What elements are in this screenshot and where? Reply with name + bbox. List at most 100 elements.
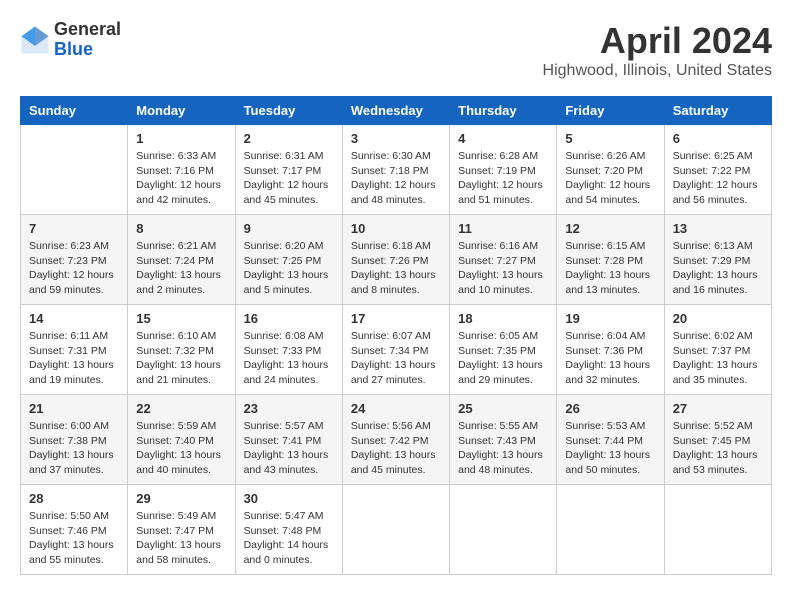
day-info: Sunrise: 6:15 AM Sunset: 7:28 PM Dayligh… [565,239,655,298]
day-info: Sunrise: 6:02 AM Sunset: 7:37 PM Dayligh… [673,329,763,388]
calendar-cell: 5 Sunrise: 6:26 AM Sunset: 7:20 PM Daylig… [557,125,664,215]
logo-general-text: General [54,20,121,40]
day-number: 27 [673,401,763,416]
calendar-cell: 29 Sunrise: 5:49 AM Sunset: 7:47 PM Dayli… [128,485,235,575]
day-info: Sunrise: 6:21 AM Sunset: 7:24 PM Dayligh… [136,239,226,298]
day-number: 25 [458,401,548,416]
calendar-cell: 16Sunrise: 6:08 AM Sunset: 7:33 PM Dayli… [235,305,342,395]
day-info: Sunrise: 6:31 AM Sunset: 7:17 PM Dayligh… [244,149,334,208]
calendar-cell: 28Sunrise: 5:50 AM Sunset: 7:46 PM Dayli… [21,485,128,575]
logo: General Blue [20,20,121,60]
day-info: Sunrise: 6:00 AM Sunset: 7:38 PM Dayligh… [29,419,119,478]
column-header-sunday: Sunday [21,97,128,125]
calendar-cell: 10Sunrise: 6:18 AM Sunset: 7:26 PM Dayli… [342,215,449,305]
calendar-header-row: SundayMondayTuesdayWednesdayThursdayFrid… [21,97,772,125]
day-number: 23 [244,401,334,416]
calendar-cell: 14 Sunrise: 6:11 AM Sunset: 7:31 PM Dayli… [21,305,128,395]
location-title: Highwood, Illinois, United States [543,62,772,80]
day-info: Sunrise: 6:28 AM Sunset: 7:19 PM Dayligh… [458,149,548,208]
day-number: 1 [136,131,226,146]
column-header-monday: Monday [128,97,235,125]
day-info: Sunrise: 6:05 AM Sunset: 7:35 PM Dayligh… [458,329,548,388]
day-number: 26 [565,401,655,416]
calendar-cell: 8 Sunrise: 6:21 AM Sunset: 7:24 PM Daylig… [128,215,235,305]
calendar-cell: 30 Sunrise: 5:47 AM Sunset: 7:48 PM Dayli… [235,485,342,575]
calendar-week-row: 14 Sunrise: 6:11 AM Sunset: 7:31 PM Dayli… [21,305,772,395]
column-header-saturday: Saturday [664,97,771,125]
day-number: 2 [244,131,334,146]
calendar-cell: 3Sunrise: 6:30 AM Sunset: 7:18 PM Daylig… [342,125,449,215]
day-info: Sunrise: 5:59 AM Sunset: 7:40 PM Dayligh… [136,419,226,478]
logo-icon [20,25,50,55]
day-number: 12 [565,221,655,236]
day-number: 5 [565,131,655,146]
calendar-cell: 21 Sunrise: 6:00 AM Sunset: 7:38 PM Dayli… [21,395,128,485]
day-info: Sunrise: 6:08 AM Sunset: 7:33 PM Dayligh… [244,329,334,388]
day-number: 7 [29,221,119,236]
calendar-cell [342,485,449,575]
day-info: Sunrise: 6:25 AM Sunset: 7:22 PM Dayligh… [673,149,763,208]
day-info: Sunrise: 6:23 AM Sunset: 7:23 PM Dayligh… [29,239,119,298]
column-header-thursday: Thursday [450,97,557,125]
page-header: General Blue April 2024 Highwood, Illino… [20,20,772,80]
calendar-week-row: 1Sunrise: 6:33 AM Sunset: 7:16 PM Daylig… [21,125,772,215]
day-number: 4 [458,131,548,146]
day-number: 15 [136,311,226,326]
calendar-cell: 23 Sunrise: 5:57 AM Sunset: 7:41 PM Dayli… [235,395,342,485]
day-info: Sunrise: 6:04 AM Sunset: 7:36 PM Dayligh… [565,329,655,388]
calendar-cell: 18 Sunrise: 6:05 AM Sunset: 7:35 PM Dayli… [450,305,557,395]
day-number: 9 [244,221,334,236]
day-number: 29 [136,491,226,506]
day-number: 28 [29,491,119,506]
calendar-cell: 26 Sunrise: 5:53 AM Sunset: 7:44 PM Dayli… [557,395,664,485]
day-info: Sunrise: 6:16 AM Sunset: 7:27 PM Dayligh… [458,239,548,298]
calendar-cell [557,485,664,575]
day-number: 11 [458,221,548,236]
day-info: Sunrise: 6:11 AM Sunset: 7:31 PM Dayligh… [29,329,119,388]
day-info: Sunrise: 5:53 AM Sunset: 7:44 PM Dayligh… [565,419,655,478]
column-header-wednesday: Wednesday [342,97,449,125]
calendar-cell: 19 Sunrise: 6:04 AM Sunset: 7:36 PM Dayli… [557,305,664,395]
day-number: 14 [29,311,119,326]
calendar-table: SundayMondayTuesdayWednesdayThursdayFrid… [20,96,772,575]
calendar-week-row: 7 Sunrise: 6:23 AM Sunset: 7:23 PM Daylig… [21,215,772,305]
calendar-cell: 17 Sunrise: 6:07 AM Sunset: 7:34 PM Dayli… [342,305,449,395]
day-number: 6 [673,131,763,146]
day-number: 19 [565,311,655,326]
calendar-cell: 25Sunrise: 5:55 AM Sunset: 7:43 PM Dayli… [450,395,557,485]
day-number: 30 [244,491,334,506]
day-number: 20 [673,311,763,326]
day-info: Sunrise: 6:07 AM Sunset: 7:34 PM Dayligh… [351,329,441,388]
calendar-cell: 24 Sunrise: 5:56 AM Sunset: 7:42 PM Dayli… [342,395,449,485]
day-info: Sunrise: 6:10 AM Sunset: 7:32 PM Dayligh… [136,329,226,388]
day-info: Sunrise: 6:20 AM Sunset: 7:25 PM Dayligh… [244,239,334,298]
day-number: 8 [136,221,226,236]
day-number: 18 [458,311,548,326]
day-info: Sunrise: 6:26 AM Sunset: 7:20 PM Dayligh… [565,149,655,208]
calendar-cell: 22 Sunrise: 5:59 AM Sunset: 7:40 PM Dayli… [128,395,235,485]
calendar-cell: 6 Sunrise: 6:25 AM Sunset: 7:22 PM Daylig… [664,125,771,215]
day-info: Sunrise: 6:13 AM Sunset: 7:29 PM Dayligh… [673,239,763,298]
calendar-cell [450,485,557,575]
calendar-cell: 11 Sunrise: 6:16 AM Sunset: 7:27 PM Dayli… [450,215,557,305]
day-number: 21 [29,401,119,416]
logo-blue-text: Blue [54,40,121,60]
calendar-cell [664,485,771,575]
day-info: Sunrise: 5:57 AM Sunset: 7:41 PM Dayligh… [244,419,334,478]
column-header-tuesday: Tuesday [235,97,342,125]
calendar-week-row: 21 Sunrise: 6:00 AM Sunset: 7:38 PM Dayli… [21,395,772,485]
calendar-cell: 20 Sunrise: 6:02 AM Sunset: 7:37 PM Dayli… [664,305,771,395]
calendar-cell: 9 Sunrise: 6:20 AM Sunset: 7:25 PM Daylig… [235,215,342,305]
day-info: Sunrise: 5:49 AM Sunset: 7:47 PM Dayligh… [136,509,226,568]
day-info: Sunrise: 5:56 AM Sunset: 7:42 PM Dayligh… [351,419,441,478]
title-area: April 2024 Highwood, Illinois, United St… [543,20,772,80]
day-number: 24 [351,401,441,416]
calendar-cell: 13 Sunrise: 6:13 AM Sunset: 7:29 PM Dayli… [664,215,771,305]
day-number: 13 [673,221,763,236]
day-info: Sunrise: 6:18 AM Sunset: 7:26 PM Dayligh… [351,239,441,298]
day-info: Sunrise: 5:47 AM Sunset: 7:48 PM Dayligh… [244,509,334,568]
calendar-cell: 12 Sunrise: 6:15 AM Sunset: 7:28 PM Dayli… [557,215,664,305]
day-number: 22 [136,401,226,416]
calendar-cell: 27Sunrise: 5:52 AM Sunset: 7:45 PM Dayli… [664,395,771,485]
day-number: 17 [351,311,441,326]
